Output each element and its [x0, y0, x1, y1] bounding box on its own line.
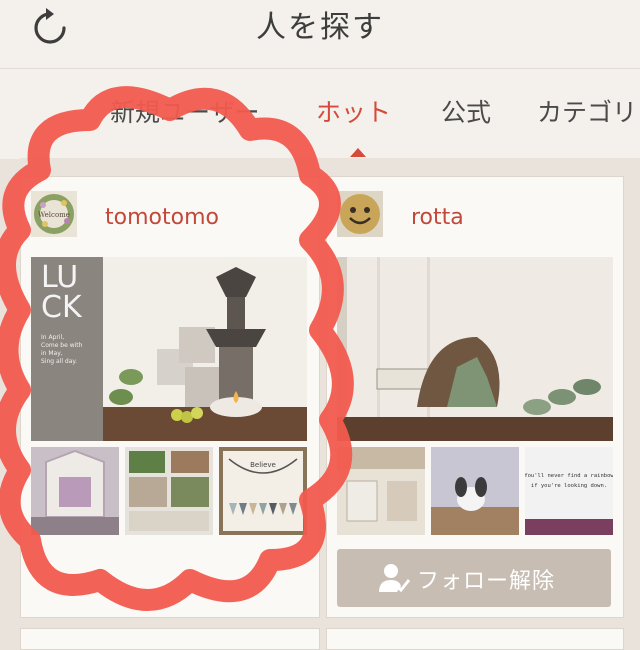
avatar-text: Welcome — [38, 211, 70, 219]
svg-text:Sing all day.: Sing all day. — [41, 358, 77, 365]
photo-thumbnail[interactable] — [31, 447, 119, 535]
photo-thumbnail[interactable] — [431, 447, 519, 535]
tab-bar: 新規ユーザー ホット 公式 カテゴリ — [0, 68, 640, 159]
photo-thumbnail[interactable] — [337, 447, 425, 535]
user-check-icon — [379, 564, 411, 593]
svg-text:You'll never find a rainbow: You'll never find a rainbow — [525, 473, 613, 479]
tab-hot[interactable]: ホット — [316, 93, 391, 129]
active-tab-indicator — [350, 148, 366, 157]
main-photo[interactable] — [337, 257, 613, 441]
user-card[interactable]: rotta You'll never find a rainbow if you… — [326, 176, 624, 618]
main-photo[interactable]: LU CK In April, Come be with in May, Sin… — [31, 257, 307, 441]
unfollow-label: フォロー解除 — [417, 569, 556, 594]
svg-text:In April,: In April, — [41, 334, 64, 341]
tab-official[interactable]: 公式 — [441, 93, 491, 129]
tab-new-users[interactable]: 新規ユーザー — [110, 93, 260, 129]
svg-text:CK: CK — [41, 290, 83, 325]
username-link[interactable]: rotta — [411, 205, 464, 230]
app-header: 人を探す — [0, 0, 640, 68]
unfollow-button[interactable]: フォロー解除 — [337, 549, 611, 607]
photo-thumbnail[interactable]: You'll never find a rainbow if you're lo… — [525, 447, 613, 535]
user-card[interactable]: Welcome tomotomo LU CK In April, Come be… — [20, 176, 320, 618]
tab-category[interactable]: カテゴリ — [537, 93, 637, 129]
avatar[interactable] — [337, 191, 383, 237]
photo-thumbnail[interactable] — [125, 447, 213, 535]
page-title: 人を探す — [256, 10, 384, 45]
svg-text:Come be with: Come be with — [41, 342, 83, 349]
avatar[interactable]: Welcome — [31, 191, 77, 237]
user-card[interactable] — [326, 628, 624, 650]
svg-text:if you're looking down.: if you're looking down. — [531, 483, 607, 489]
svg-text:Believe: Believe — [250, 461, 276, 469]
svg-text:in May,: in May, — [41, 350, 63, 357]
user-card[interactable] — [20, 628, 320, 650]
username-link[interactable]: tomotomo — [105, 205, 219, 230]
photo-thumbnail[interactable]: Believe — [219, 447, 307, 535]
